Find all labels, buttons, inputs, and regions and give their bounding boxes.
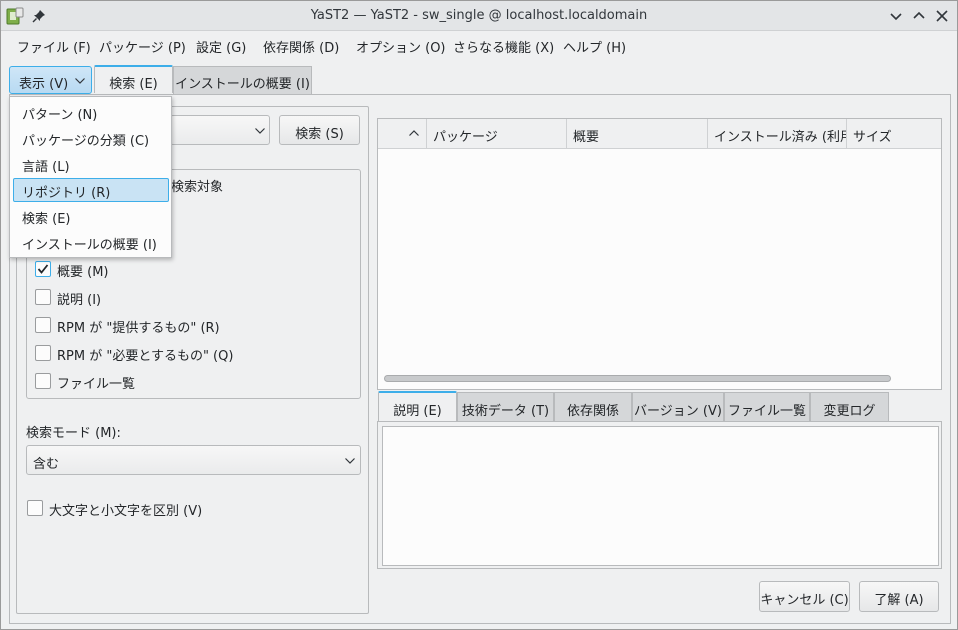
column-header-size[interactable]: サイズ	[847, 119, 941, 149]
tab-search[interactable]: 検索 (E)	[94, 65, 173, 93]
checkbox-label: RPM が "必要とするもの" (Q)	[57, 349, 234, 364]
column-header-package[interactable]: パッケージ	[427, 119, 567, 149]
view-dropdown-menu: パターン (N) パッケージの分類 (C) 言語 (L) リポジトリ (R) 検…	[9, 96, 172, 258]
tab-file-list-label: ファイル一覧	[727, 404, 806, 419]
tab-technical-data-label: 技術データ (T)	[461, 404, 550, 419]
chevron-down-icon	[345, 458, 355, 464]
view-button-label: 表示 (V)	[19, 77, 69, 92]
view-menu-item-installation-summary[interactable]: インストールの概要 (I)	[13, 230, 169, 254]
search-button[interactable]: 検索 (S)	[279, 115, 360, 145]
checkbox-label: RPM が "提供するもの" (R)	[57, 321, 220, 336]
checkbox[interactable]	[27, 500, 43, 516]
cancel-button-label: キャンセル (C)	[760, 593, 849, 608]
search-mode-select[interactable]: 含む	[26, 445, 361, 475]
checkbox-label: 説明 (I)	[57, 293, 102, 308]
package-table[interactable]: パッケージ 概要 インストール済み (利用可能) サイズ	[377, 118, 942, 390]
search-button-label: 検索 (S)	[295, 127, 344, 142]
cancel-button[interactable]: キャンセル (C)	[759, 581, 850, 612]
tab-file-list[interactable]: ファイル一覧	[724, 392, 810, 421]
tab-technical-data[interactable]: 技術データ (T)	[457, 392, 554, 421]
tab-installation-summary-label: インストールの概要 (I)	[175, 77, 310, 92]
accept-button-label: 了解 (A)	[874, 593, 924, 608]
view-button[interactable]: 表示 (V)	[9, 66, 92, 94]
checkbox-label: ファイル一覧	[57, 377, 136, 392]
maximize-icon[interactable]	[911, 8, 927, 24]
checkbox-label: 概要 (M)	[57, 265, 109, 280]
checkbox[interactable]	[35, 373, 51, 389]
horizontal-scrollbar[interactable]	[384, 375, 891, 382]
checkbox[interactable]	[35, 317, 51, 333]
checkbox-label: 大文字と小文字を区別 (V)	[49, 504, 203, 519]
tab-versions[interactable]: バージョン (V)	[632, 392, 724, 421]
tab-description-label: 説明 (E)	[393, 404, 442, 419]
menu-bar: ファイル (F) パッケージ (P) 設定 (G) 依存関係 (D) オプション…	[1, 32, 957, 58]
tab-dependencies-label: 依存関係	[566, 404, 619, 419]
search-criteria-title: 検索対象	[171, 180, 224, 195]
detail-panel	[377, 421, 942, 569]
main-window: YaST2 — YaST2 - sw_single @ localhost.lo…	[0, 0, 958, 630]
menu-dependencies[interactable]: 依存関係 (D)	[263, 37, 339, 56]
menu-package[interactable]: パッケージ (P)	[99, 37, 186, 56]
minimize-icon[interactable]	[888, 8, 904, 24]
view-menu-item-patterns[interactable]: パターン (N)	[13, 100, 169, 124]
accept-button[interactable]: 了解 (A)	[859, 581, 939, 612]
search-input[interactable]	[170, 115, 270, 145]
checkbox[interactable]	[35, 261, 51, 277]
tab-change-log[interactable]: 変更ログ	[810, 392, 889, 421]
menu-help[interactable]: ヘルプ (H)	[563, 37, 626, 56]
column-header-installed[interactable]: インストール済み (利用可能)	[708, 119, 847, 149]
menu-configuration[interactable]: 設定 (G)	[196, 37, 246, 56]
tab-versions-label: バージョン (V)	[634, 404, 722, 419]
tab-description[interactable]: 説明 (E)	[378, 391, 457, 421]
view-menu-item-repositories[interactable]: リポジトリ (R)	[13, 178, 169, 202]
chevron-down-icon	[255, 128, 265, 134]
view-menu-item-search[interactable]: 検索 (E)	[13, 204, 169, 228]
tab-installation-summary[interactable]: インストールの概要 (I)	[173, 66, 312, 94]
close-icon[interactable]	[934, 8, 950, 24]
tab-search-label: 検索 (E)	[109, 77, 158, 92]
view-menu-item-package-groups[interactable]: パッケージの分類 (C)	[13, 126, 169, 150]
window-title: YaST2 — YaST2 - sw_single @ localhost.lo…	[310, 8, 648, 23]
tab-dependencies[interactable]: 依存関係	[554, 392, 632, 421]
search-mode-label: 検索モード (M):	[26, 426, 121, 441]
checkmark-icon	[37, 264, 49, 274]
column-header-summary[interactable]: 概要	[567, 119, 708, 149]
sort-ascending-icon	[409, 130, 419, 136]
column-header-status[interactable]	[378, 119, 427, 149]
menu-options[interactable]: オプション (O)	[356, 37, 446, 56]
tab-change-log-label: 変更ログ	[823, 404, 876, 419]
checkbox[interactable]	[35, 289, 51, 305]
checkbox[interactable]	[35, 345, 51, 361]
description-text-area[interactable]	[382, 426, 939, 566]
search-mode-value: 含む	[33, 457, 60, 472]
menu-extras[interactable]: さらなる機能 (X)	[453, 37, 554, 56]
chevron-down-icon	[75, 78, 85, 84]
menu-file[interactable]: ファイル (F)	[17, 37, 91, 56]
title-bar: YaST2 — YaST2 - sw_single @ localhost.lo…	[1, 1, 957, 31]
view-menu-item-languages[interactable]: 言語 (L)	[13, 152, 169, 176]
